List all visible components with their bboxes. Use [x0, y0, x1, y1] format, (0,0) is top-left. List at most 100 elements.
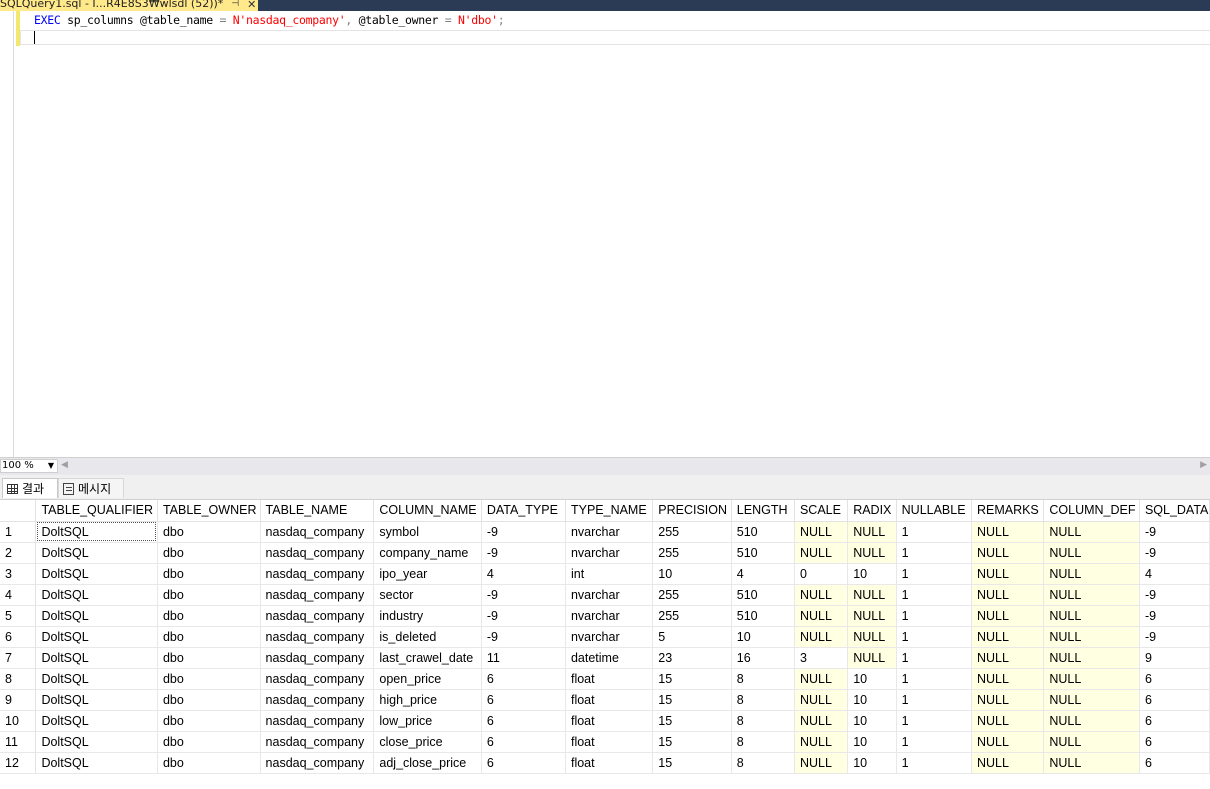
grid-cell[interactable]: 1 — [896, 668, 972, 690]
grid-cell[interactable]: nasdaq_company — [260, 689, 375, 711]
grid-cell[interactable]: NULL — [1043, 563, 1140, 585]
grid-cell[interactable]: 510 — [731, 605, 795, 627]
grid-cell[interactable]: 8 — [731, 731, 795, 753]
grid-cell[interactable]: dbo — [157, 689, 261, 711]
scroll-left-icon[interactable]: ◀ — [61, 460, 68, 470]
grid-cell[interactable]: 1 — [896, 521, 972, 543]
grid-cell[interactable]: 4 — [731, 563, 795, 585]
column-header[interactable]: TABLE_NAME — [260, 500, 375, 522]
grid-cell[interactable]: nasdaq_company — [260, 710, 375, 732]
grid-cell[interactable]: NULL — [1043, 752, 1140, 774]
grid-cell[interactable]: last_crawel_date — [373, 647, 482, 669]
grid-cell[interactable]: 3 — [794, 647, 849, 669]
grid-cell[interactable]: nasdaq_company — [260, 542, 375, 564]
row-number[interactable]: 10 — [0, 710, 37, 732]
row-number[interactable]: 8 — [0, 668, 37, 690]
grid-cell[interactable]: 1 — [896, 563, 972, 585]
grid-cell[interactable]: 255 — [652, 542, 732, 564]
grid-cell[interactable]: dbo — [157, 668, 261, 690]
grid-cell[interactable]: 510 — [731, 542, 795, 564]
grid-cell[interactable]: 15 — [652, 752, 732, 774]
grid-cell[interactable]: float — [565, 710, 654, 732]
grid-cell[interactable]: float — [565, 752, 654, 774]
row-number[interactable]: 6 — [0, 626, 37, 648]
grid-cell[interactable]: NULL — [1043, 521, 1140, 543]
column-header[interactable]: SCALE — [794, 500, 849, 522]
grid-cell[interactable]: NULL — [794, 542, 849, 564]
table-row[interactable]: 8 DoltSQL dbo nasdaq_company open_price 6 floa… — [0, 668, 1210, 690]
grid-cell[interactable]: DoltSQL — [35, 521, 158, 543]
grid-cell[interactable]: NULL — [1043, 542, 1140, 564]
pin-icon[interactable]: ⊣ — [231, 0, 239, 9]
grid-cell[interactable]: DoltSQL — [35, 710, 158, 732]
grid-cell[interactable]: 1 — [896, 752, 972, 774]
grid-cell[interactable]: float — [565, 731, 654, 753]
grid-cell[interactable]: -9 — [1139, 584, 1210, 606]
grid-cell[interactable]: float — [565, 668, 654, 690]
row-number[interactable]: 7 — [0, 647, 37, 669]
grid-cell[interactable]: NULL — [1043, 689, 1140, 711]
grid-cell[interactable]: 1 — [896, 542, 972, 564]
grid-cell[interactable]: nvarchar — [565, 626, 654, 648]
column-header[interactable]: TABLE_OWNER — [157, 500, 261, 522]
row-number[interactable]: 4 — [0, 584, 37, 606]
grid-cell[interactable]: dbo — [157, 647, 261, 669]
column-header[interactable]: COLUMN_DEF — [1043, 500, 1140, 522]
grid-cell[interactable]: -9 — [481, 542, 566, 564]
editor-current-line[interactable] — [20, 30, 1210, 45]
grid-cell[interactable]: 255 — [652, 584, 732, 606]
grid-cell[interactable]: NULL — [847, 542, 897, 564]
grid-cell[interactable]: 10 — [731, 626, 795, 648]
grid-cell[interactable]: 15 — [652, 710, 732, 732]
tab-results[interactable]: 결과 — [2, 478, 58, 498]
grid-cell[interactable]: NULL — [1043, 605, 1140, 627]
column-header[interactable]: SQL_DATA — [1139, 500, 1210, 522]
grid-cell[interactable]: NULL — [971, 626, 1045, 648]
grid-cell[interactable]: 6 — [1139, 668, 1210, 690]
chevron-down-icon[interactable]: ▼ — [48, 460, 54, 472]
grid-cell[interactable]: nvarchar — [565, 584, 654, 606]
grid-cell[interactable]: 6 — [481, 668, 566, 690]
grid-cell[interactable]: 10 — [652, 563, 732, 585]
row-number[interactable]: 9 — [0, 689, 37, 711]
grid-cell[interactable]: NULL — [971, 521, 1045, 543]
grid-cell[interactable]: nasdaq_company — [260, 626, 375, 648]
grid-cell[interactable]: -9 — [481, 521, 566, 543]
grid-cell[interactable]: NULL — [971, 563, 1045, 585]
grid-cell[interactable]: 1 — [896, 605, 972, 627]
grid-cell[interactable]: 15 — [652, 689, 732, 711]
row-number-header[interactable] — [0, 500, 37, 522]
grid-cell[interactable]: DoltSQL — [35, 605, 158, 627]
column-header[interactable]: NULLABLE — [896, 500, 972, 522]
grid-cell[interactable]: open_price — [373, 668, 482, 690]
grid-cell[interactable]: DoltSQL — [35, 731, 158, 753]
grid-cell[interactable]: 8 — [731, 689, 795, 711]
table-row[interactable]: 7 DoltSQL dbo nasdaq_company last_crawel_dat… — [0, 647, 1210, 669]
grid-cell[interactable]: -9 — [1139, 626, 1210, 648]
grid-cell[interactable]: 1 — [896, 731, 972, 753]
grid-cell[interactable]: is_deleted — [373, 626, 482, 648]
grid-cell[interactable]: dbo — [157, 584, 261, 606]
grid-cell[interactable]: -9 — [481, 626, 566, 648]
grid-cell[interactable]: -9 — [481, 605, 566, 627]
grid-cell[interactable]: NULL — [794, 668, 849, 690]
grid-cell[interactable]: nasdaq_company — [260, 752, 375, 774]
grid-cell[interactable]: NULL — [794, 710, 849, 732]
grid-cell[interactable]: NULL — [794, 584, 849, 606]
grid-cell[interactable]: DoltSQL — [35, 584, 158, 606]
grid-cell[interactable]: NULL — [794, 521, 849, 543]
table-row[interactable]: 1 DoltSQL dbo nasdaq_company symbol -9 nvarcha… — [0, 521, 1210, 543]
grid-cell[interactable]: NULL — [1043, 647, 1140, 669]
grid-cell[interactable]: NULL — [971, 752, 1045, 774]
table-row[interactable]: 10 DoltSQL dbo nasdaq_company low_price 6 floa… — [0, 710, 1210, 732]
row-number[interactable]: 12 — [0, 752, 37, 774]
grid-cell[interactable]: nasdaq_company — [260, 521, 375, 543]
grid-cell[interactable]: -9 — [1139, 542, 1210, 564]
grid-cell[interactable]: 6 — [481, 731, 566, 753]
grid-cell[interactable]: float — [565, 689, 654, 711]
column-header[interactable]: TYPE_NAME — [565, 500, 654, 522]
column-header[interactable]: TABLE_QUALIFIER — [35, 500, 158, 522]
table-row[interactable]: 5 DoltSQL dbo nasdaq_company industry -9 nvarc… — [0, 605, 1210, 627]
grid-cell[interactable]: 1 — [896, 689, 972, 711]
column-header[interactable]: COLUMN_NAME — [373, 500, 482, 522]
